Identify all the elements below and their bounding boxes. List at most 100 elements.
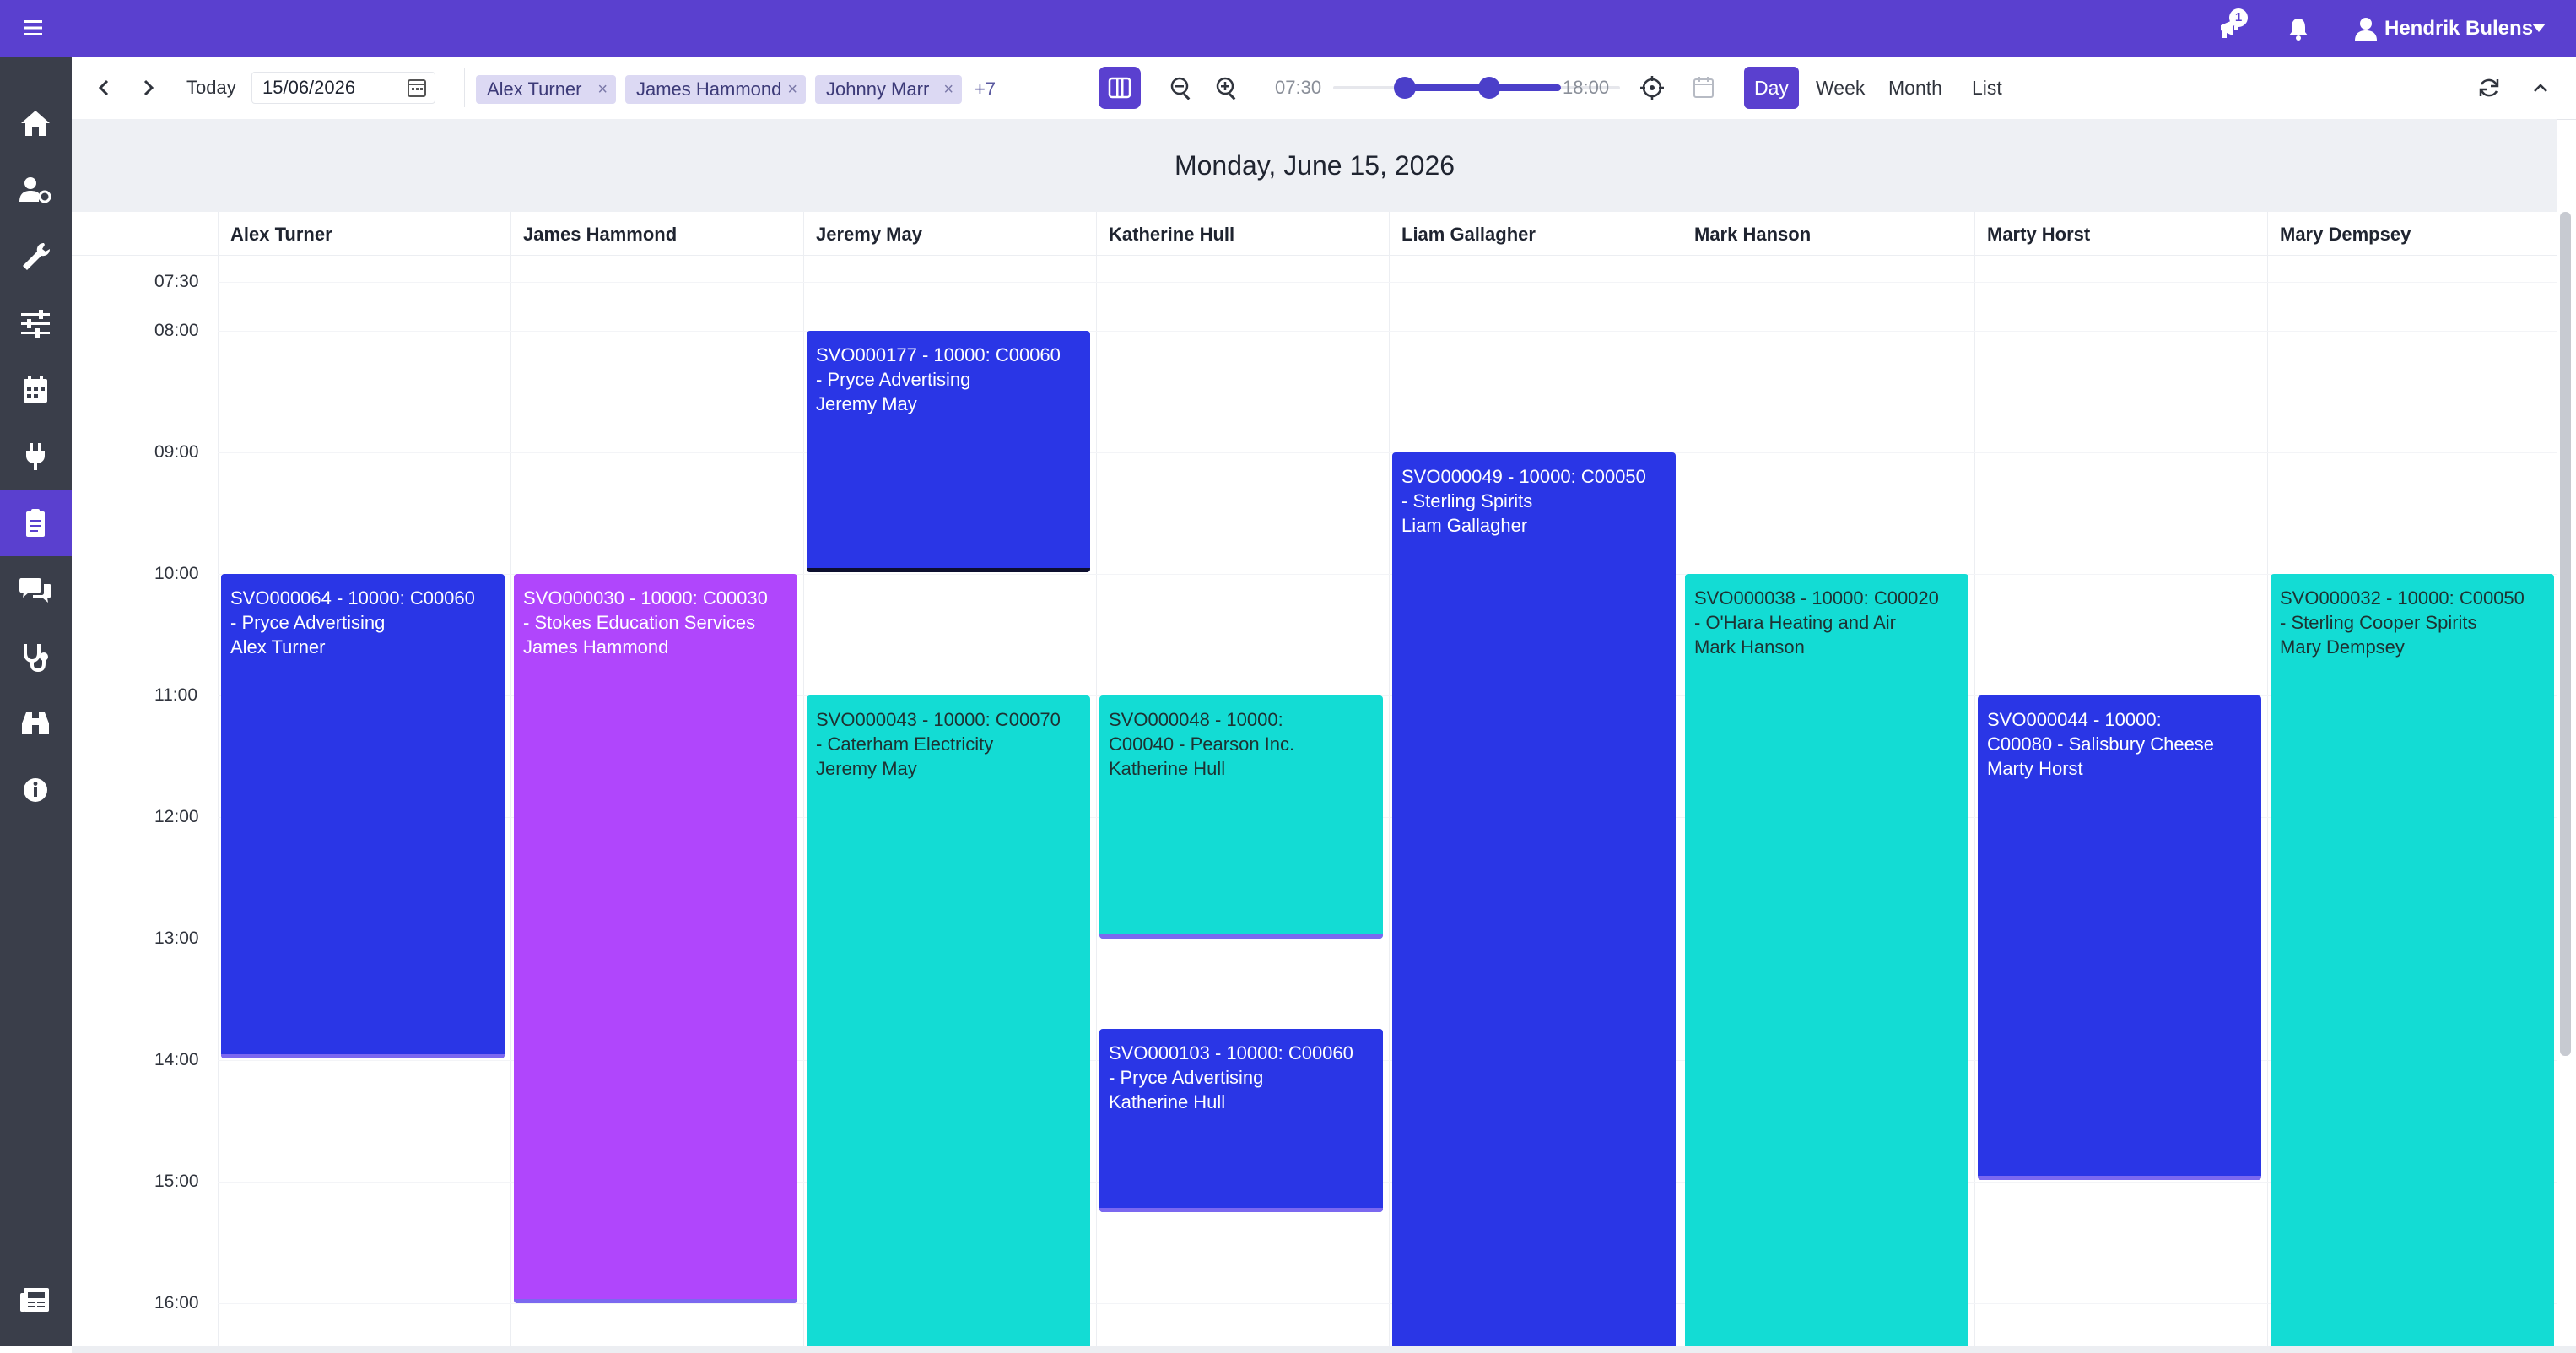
sidebar-item-integrations[interactable]	[0, 424, 72, 490]
hour-label: 11:00	[154, 685, 197, 705]
vertical-scrollbar[interactable]	[2560, 212, 2571, 1056]
sidebar-item-search[interactable]	[0, 690, 72, 756]
event-title-line: SVO000044 - 10000:	[1987, 709, 2162, 730]
event-title-line: - Pryce Advertising	[816, 369, 971, 390]
time-range-start-handle[interactable]	[1394, 77, 1416, 99]
sidebar-item-messages[interactable]	[0, 557, 72, 623]
calendar-event[interactable]: SVO000064 - 10000: C00060 - Pryce Adverti…	[221, 574, 505, 1058]
event-assignee: James Hammond	[523, 636, 669, 658]
calendar-event[interactable]: SVO000103 - 10000: C00060 - Pryce Adverti…	[1099, 1029, 1383, 1212]
menu-icon[interactable]	[22, 17, 44, 39]
resource-chip[interactable]: James Hammond ×	[625, 75, 806, 104]
today-button[interactable]: Today	[186, 77, 236, 99]
resource-column-header: Liam Gallagher	[1401, 224, 1536, 245]
calendar-event[interactable]: SVO000177 - 10000: C00060 - Pryce Adverti…	[807, 331, 1090, 572]
chevron-right-icon[interactable]	[136, 75, 161, 100]
event-title-line: - O'Hara Heating and Air	[1694, 612, 1896, 633]
chevron-left-icon[interactable]	[91, 75, 116, 100]
resource-column-header: Mary Dempsey	[2280, 224, 2411, 245]
view-day-button[interactable]: Day	[1744, 67, 1799, 109]
event-title-line: - Stokes Education Services	[523, 612, 756, 633]
sidebar-item-service-orders[interactable]	[0, 490, 72, 556]
event-title-line: SVO000177 - 10000: C00060	[816, 344, 1061, 365]
crosshair-icon[interactable]	[1639, 75, 1665, 100]
event-assignee: Marty Horst	[1987, 758, 2083, 779]
refresh-icon[interactable]	[2476, 75, 2502, 100]
sidebar-item-tools[interactable]	[0, 224, 72, 290]
calendar-event[interactable]: SVO000044 - 10000: C00080 - Salisbury Che…	[1978, 695, 2261, 1180]
columns-icon	[1108, 77, 1131, 99]
event-status-bar	[807, 568, 1090, 572]
notification-count-badge: 1	[2229, 8, 2248, 27]
columns-view-button[interactable]	[1099, 67, 1141, 109]
event-title-line: SVO000032 - 10000: C00050	[2280, 587, 2525, 609]
calendar-event[interactable]: SVO000038 - 10000: C00020 - O'Hara Heatin…	[1685, 574, 1968, 1346]
calendar-event[interactable]: SVO000048 - 10000: C00040 - Pearson Inc. K…	[1099, 695, 1383, 939]
sidebar	[0, 57, 72, 1346]
event-title-line: SVO000038 - 10000: C00020	[1694, 587, 1939, 609]
hour-grid-line	[218, 1303, 2557, 1304]
chevron-down-icon[interactable]	[2531, 23, 2546, 33]
column-divider	[803, 212, 804, 1346]
event-title-line: SVO000103 - 10000: C00060	[1109, 1042, 1353, 1063]
event-title-line: - Pryce Advertising	[1109, 1067, 1264, 1088]
hour-label: 16:00	[154, 1293, 199, 1312]
calendar-event[interactable]: SVO000030 - 10000: C00030 - Stokes Educat…	[514, 574, 797, 1303]
chevron-up-icon[interactable]	[2528, 75, 2553, 100]
event-title-line: SVO000030 - 10000: C00030	[523, 587, 768, 609]
close-icon[interactable]: ×	[943, 75, 953, 104]
event-title-line: C00080 - Salisbury Cheese	[1987, 733, 2215, 755]
stethoscope-icon	[24, 644, 48, 672]
sidebar-item-calendar[interactable]	[0, 357, 72, 423]
bell-icon[interactable]	[2285, 15, 2312, 42]
calendar-event[interactable]: SVO000049 - 10000: C00050 - Sterling Spir…	[1392, 452, 1676, 1346]
resource-column-header: Katherine Hull	[1109, 224, 1235, 245]
hour-grid-line	[218, 331, 2557, 332]
event-title-line: SVO000048 - 10000:	[1109, 709, 1283, 730]
event-assignee: Mary Dempsey	[2280, 636, 2405, 658]
event-assignee: Jeremy May	[816, 393, 917, 414]
hour-grid-line	[218, 452, 2557, 453]
bottom-border	[72, 1346, 2576, 1353]
time-range-end-handle[interactable]	[1478, 77, 1500, 99]
sidebar-item-user-settings[interactable]	[0, 157, 72, 223]
resource-column-header: Jeremy May	[816, 224, 922, 245]
event-status-bar	[221, 1054, 505, 1058]
zoom-out-icon[interactable]	[1169, 75, 1194, 100]
home-icon	[21, 111, 50, 136]
calendar-toolbar: Today Alex Turner × James Hammond× Johnny…	[72, 57, 2576, 120]
calendar-date-title: Monday, June 15, 2026	[1174, 150, 1455, 181]
event-assignee: Katherine Hull	[1109, 758, 1226, 779]
chip-label: Alex Turner	[487, 78, 582, 100]
view-list-button[interactable]: List	[1962, 67, 2012, 109]
sidebar-item-about[interactable]	[0, 757, 72, 823]
resource-filter[interactable]: Alex Turner × James Hammond × Johnny Marr ×…	[464, 68, 1093, 107]
chip-label: Johnny Marr	[826, 78, 930, 100]
calendar-event[interactable]: SVO000032 - 10000: C00050 - Sterling Coop…	[2271, 574, 2554, 1346]
info-icon	[24, 778, 47, 802]
close-icon[interactable]: ×	[597, 75, 608, 104]
sidebar-item-health[interactable]	[0, 624, 72, 690]
user-name[interactable]: Hendrik Bulens	[2384, 17, 2533, 41]
time-range-start: 07:30	[1275, 77, 1322, 98]
event-assignee: Mark Hanson	[1694, 636, 1805, 658]
sliders-icon	[21, 310, 50, 338]
sidebar-item-settings[interactable]	[0, 290, 72, 356]
calendar-picker-icon[interactable]	[406, 77, 428, 99]
sidebar-item-home[interactable]	[0, 90, 72, 156]
view-week-button[interactable]: Week	[1806, 67, 1875, 109]
resource-column-header: James Hammond	[523, 224, 678, 245]
hour-grid-line	[218, 282, 2557, 283]
calendar-event[interactable]: SVO000043 - 10000: C00070 - Caterham Elec…	[807, 695, 1090, 1346]
resource-column-header: Mark Hanson	[1694, 224, 1812, 245]
user-icon[interactable]	[2352, 15, 2379, 42]
more-chips-count[interactable]: +7	[975, 75, 996, 104]
zoom-in-icon[interactable]	[1214, 75, 1239, 100]
sidebar-item-news[interactable]	[0, 1267, 72, 1333]
resource-chip[interactable]: Alex Turner ×	[476, 75, 616, 104]
close-icon[interactable]: ×	[787, 75, 797, 104]
event-status-bar	[1978, 1176, 2261, 1180]
event-title-line: - Pryce Advertising	[230, 612, 386, 633]
resource-chip[interactable]: Johnny Marr ×	[815, 75, 962, 104]
view-month-button[interactable]: Month	[1878, 67, 1952, 109]
